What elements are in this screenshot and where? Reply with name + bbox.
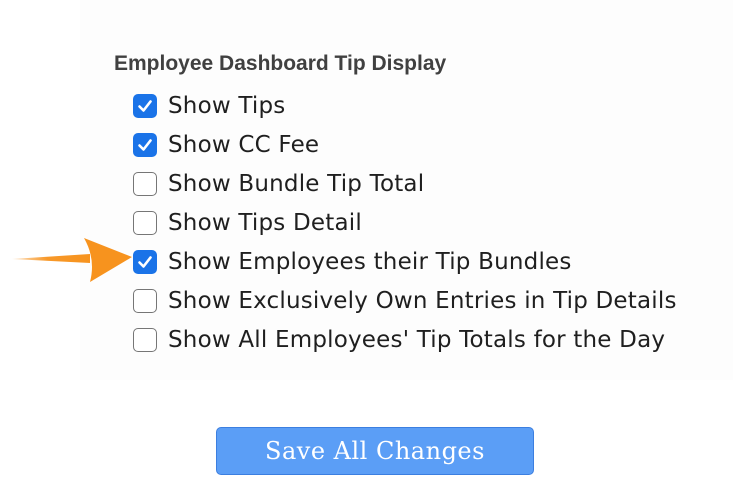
option-show-bundle-tip-total[interactable]: Show Bundle Tip Total: [133, 164, 677, 203]
option-label: Show Bundle Tip Total: [168, 170, 425, 197]
arrow-shaft: [12, 254, 90, 263]
option-show-own-entries[interactable]: Show Exclusively Own Entries in Tip Deta…: [133, 281, 677, 320]
option-label: Show Exclusively Own Entries in Tip Deta…: [168, 287, 677, 314]
option-label: Show All Employees' Tip Totals for the D…: [168, 326, 666, 353]
section-title: Employee Dashboard Tip Display: [114, 52, 447, 75]
option-label: Show CC Fee: [168, 131, 320, 158]
checkbox[interactable]: [133, 132, 157, 157]
checkbox[interactable]: [133, 93, 157, 118]
checkbox[interactable]: [133, 288, 157, 313]
option-show-all-employees-totals[interactable]: Show All Employees' Tip Totals for the D…: [133, 320, 677, 359]
arrow-right-icon: [12, 238, 132, 282]
tip-display-options: Show Tips Show CC Fee Show Bundle Tip To…: [133, 86, 677, 359]
checkmark-icon: [138, 138, 152, 151]
checkbox[interactable]: [133, 210, 157, 235]
checkbox[interactable]: [133, 171, 157, 196]
option-label: Show Tips Detail: [168, 209, 362, 236]
option-show-tips-detail[interactable]: Show Tips Detail: [133, 203, 677, 242]
checkmark-icon: [138, 255, 152, 268]
arrow-head: [84, 238, 132, 282]
checkmark-icon: [138, 99, 152, 112]
option-show-employees-tip-bundles[interactable]: Show Employees their Tip Bundles: [133, 242, 677, 281]
option-label: Show Tips: [168, 92, 286, 119]
checkbox[interactable]: [133, 249, 157, 274]
option-show-cc-fee[interactable]: Show CC Fee: [133, 125, 677, 164]
checkbox[interactable]: [133, 327, 157, 352]
option-show-tips[interactable]: Show Tips: [133, 86, 677, 125]
option-label: Show Employees their Tip Bundles: [168, 248, 572, 275]
save-all-changes-button[interactable]: Save All Changes: [216, 427, 534, 475]
